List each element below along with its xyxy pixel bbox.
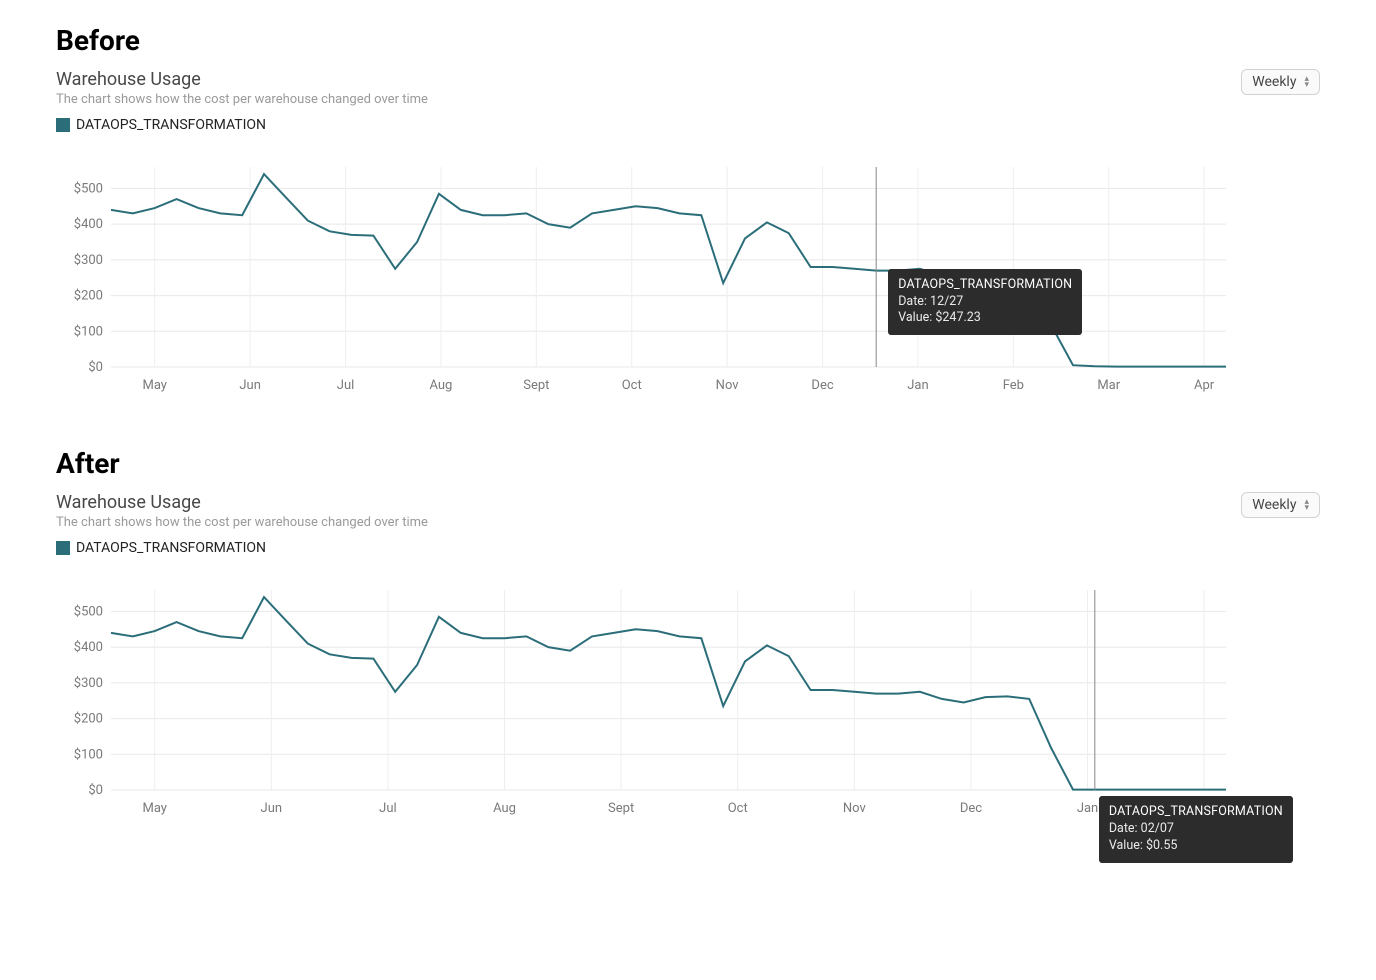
legend-series-label: DATAOPS_TRANSFORMATION (76, 117, 266, 133)
frequency-select[interactable]: Weekly ▴▾ (1241, 492, 1320, 518)
chart-subtitle: The chart shows how the cost per warehou… (56, 515, 428, 530)
chart-title-group: Warehouse Usage The chart shows how the … (56, 69, 428, 107)
chart-svg-after[interactable]: $500 $400 $300 $200 $100 $0 May Jun Jul Aug Sept Oc… (56, 580, 1236, 820)
svg-text:May: May (142, 801, 166, 816)
tooltip-date-label: Date: (1109, 821, 1138, 836)
svg-text:Aug: Aug (429, 378, 452, 393)
frequency-value: Weekly (1252, 74, 1296, 90)
svg-text:Oct: Oct (622, 378, 642, 393)
svg-text:Mar: Mar (1097, 378, 1120, 393)
chart-subtitle: The chart shows how the cost per warehou… (56, 92, 428, 107)
svg-text:Dec: Dec (811, 378, 833, 393)
svg-text:May: May (142, 378, 166, 393)
frequency-value: Weekly (1252, 497, 1296, 513)
chart-block-before: Warehouse Usage The chart shows how the … (56, 69, 1320, 397)
tooltip-value-label: Value: (1109, 838, 1143, 853)
legend-series-label: DATAOPS_TRANSFORMATION (76, 540, 266, 556)
chart-block-after: Warehouse Usage The chart shows how the … (56, 492, 1320, 820)
svg-text:$500: $500 (74, 181, 103, 196)
tooltip-date-value: 02/07 (1141, 821, 1174, 836)
svg-text:Jan: Jan (907, 378, 928, 393)
tooltip-value: $0.55 (1146, 838, 1177, 853)
section-after-label: After (56, 447, 1320, 480)
svg-text:$500: $500 (74, 604, 103, 619)
svg-text:$300: $300 (74, 676, 103, 691)
svg-text:Jun: Jun (261, 801, 283, 816)
svg-text:Nov: Nov (843, 801, 867, 816)
legend-swatch (56, 118, 70, 132)
svg-text:Dec: Dec (960, 801, 982, 816)
svg-text:Nov: Nov (716, 378, 740, 393)
svg-text:$300: $300 (74, 253, 103, 268)
chart-area-before[interactable]: $500 $400 $300 $200 $100 $0 May Jun Jul Aug Sept Oc… (56, 157, 1320, 397)
svg-text:Feb: Feb (1194, 801, 1215, 816)
svg-text:$200: $200 (74, 289, 103, 304)
chart-svg-before[interactable]: $500 $400 $300 $200 $100 $0 May Jun Jul Aug Sept Oc… (56, 157, 1236, 397)
chart-title: Warehouse Usage (56, 69, 428, 90)
chart-title-group: Warehouse Usage The chart shows how the … (56, 492, 428, 530)
svg-text:Jan: Jan (1077, 801, 1098, 816)
tooltip-date-row: Date: 02/07 (1109, 821, 1283, 838)
svg-text:Sept: Sept (523, 378, 549, 393)
svg-text:$0: $0 (88, 360, 103, 375)
svg-text:Jul: Jul (379, 801, 397, 816)
chart-legend: DATAOPS_TRANSFORMATION (56, 540, 1320, 556)
svg-text:$400: $400 (74, 217, 103, 232)
frequency-select[interactable]: Weekly ▴▾ (1241, 69, 1320, 95)
svg-text:Jul: Jul (337, 378, 355, 393)
chart-area-after[interactable]: $500 $400 $300 $200 $100 $0 May Jun Jul Aug Sept Oc… (56, 580, 1320, 820)
legend-swatch (56, 541, 70, 555)
svg-text:Apr: Apr (1194, 378, 1215, 393)
svg-text:Oct: Oct (728, 801, 748, 816)
chart-legend: DATAOPS_TRANSFORMATION (56, 117, 1320, 133)
svg-text:$400: $400 (74, 640, 103, 655)
svg-text:$0: $0 (88, 783, 103, 798)
svg-text:Feb: Feb (1003, 378, 1024, 393)
chart-header: Warehouse Usage The chart shows how the … (56, 69, 1320, 107)
chevron-updown-icon: ▴▾ (1304, 499, 1309, 511)
svg-text:Jun: Jun (239, 378, 261, 393)
svg-text:Sept: Sept (608, 801, 634, 816)
section-before-label: Before (56, 24, 1320, 57)
chevron-updown-icon: ▴▾ (1304, 76, 1309, 88)
svg-text:Aug: Aug (493, 801, 516, 816)
chart-title: Warehouse Usage (56, 492, 428, 513)
svg-text:$100: $100 (74, 324, 103, 339)
chart-header: Warehouse Usage The chart shows how the … (56, 492, 1320, 530)
tooltip-value-row: Value: $0.55 (1109, 838, 1283, 855)
svg-text:$200: $200 (74, 712, 103, 727)
svg-text:$100: $100 (74, 747, 103, 762)
